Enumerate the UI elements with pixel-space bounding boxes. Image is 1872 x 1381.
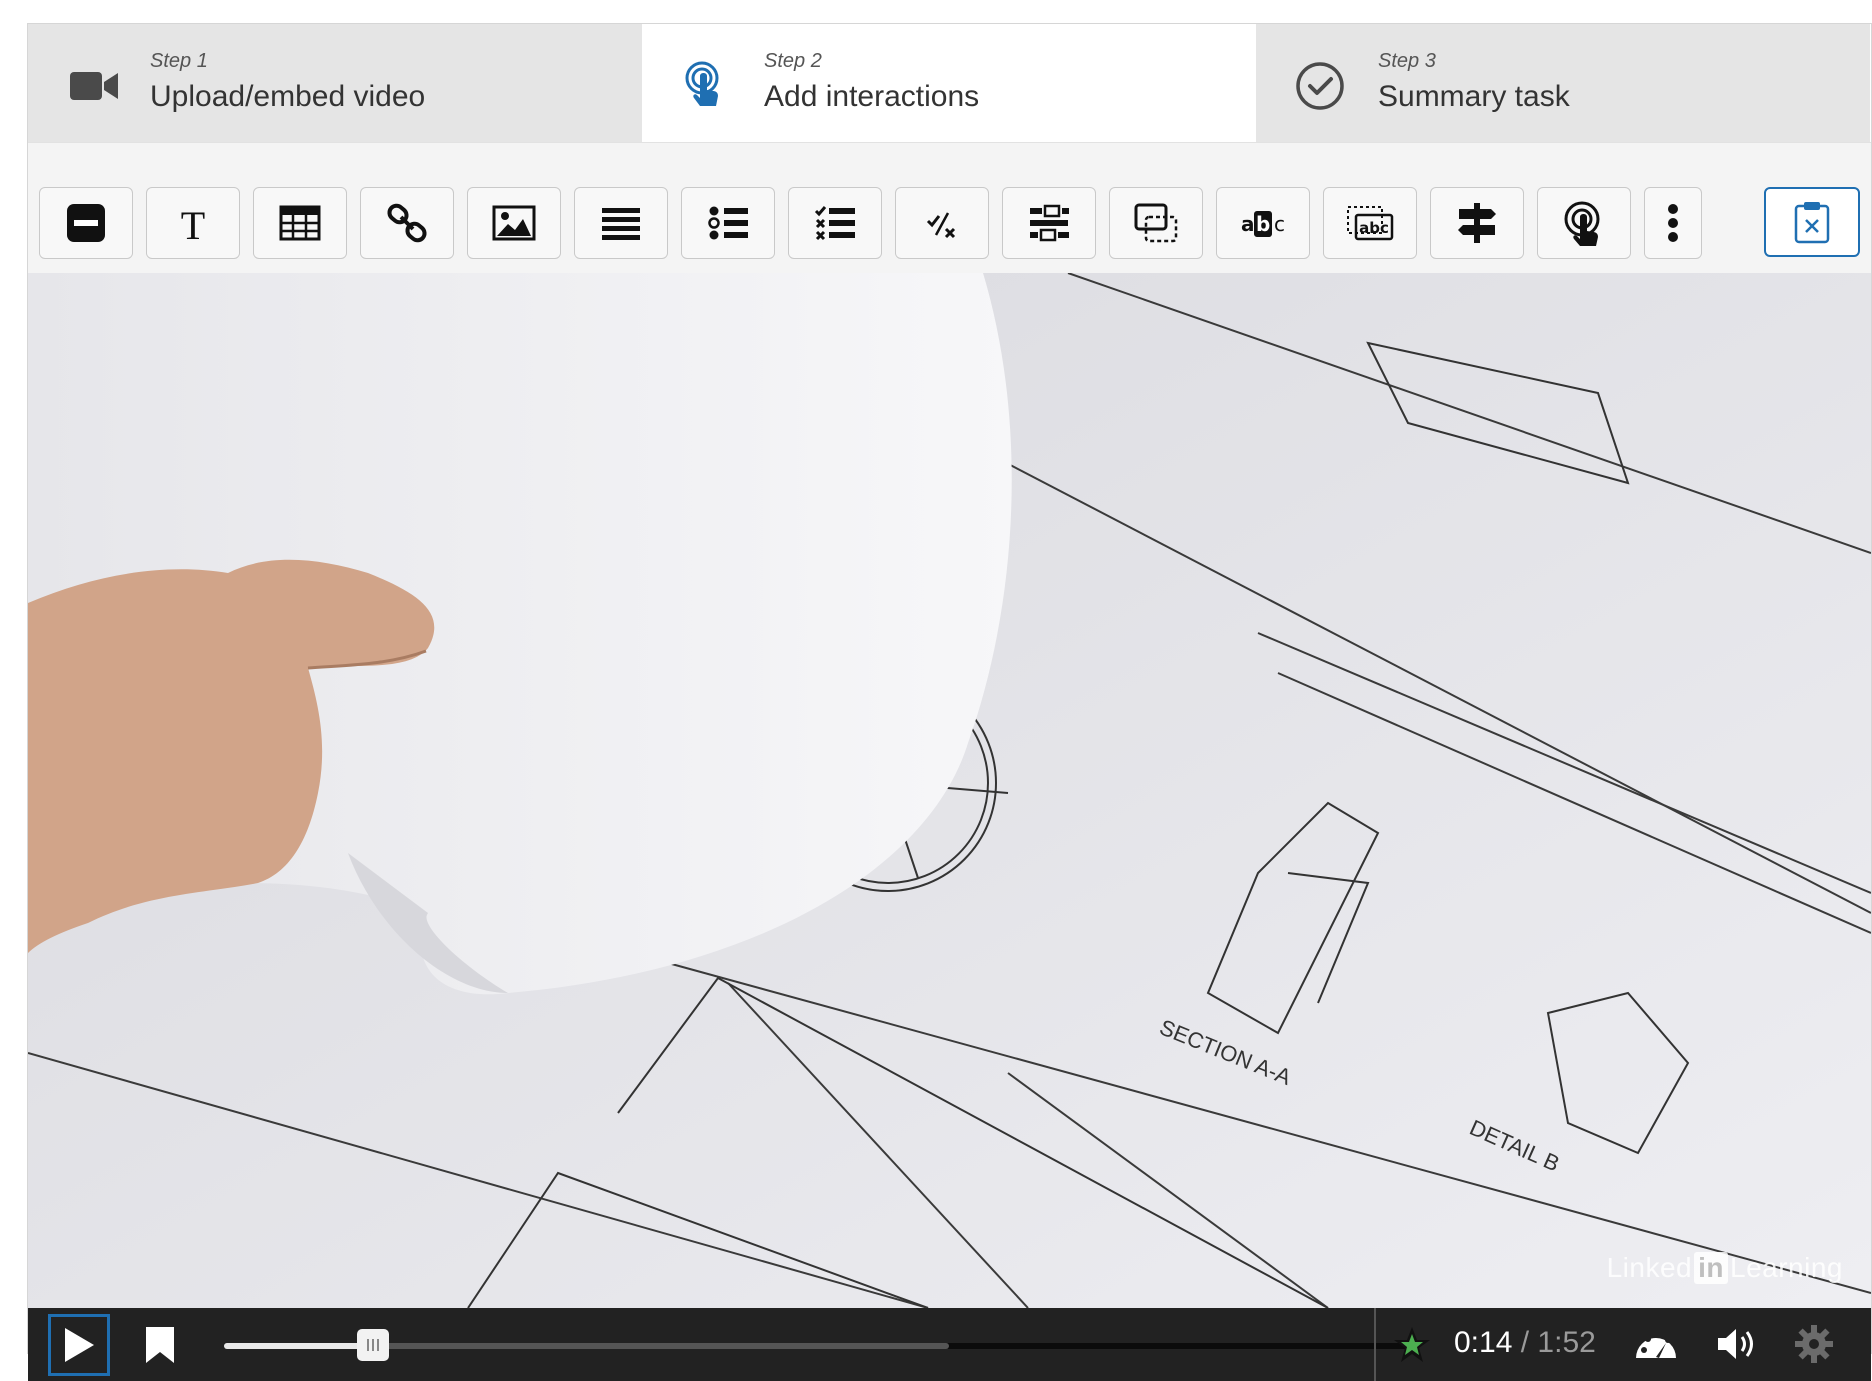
seek-handle[interactable]	[356, 1329, 389, 1361]
svg-text:abc: abc	[1359, 219, 1389, 237]
seek-bar[interactable]	[224, 1329, 1412, 1361]
paste-clipboard-icon	[1794, 202, 1830, 244]
video-player[interactable]: SECTION A-A DETAIL B Linked in Learning	[28, 273, 1871, 1308]
grip-icon	[366, 1339, 379, 1351]
interactive-video-editor: Step 1 Upload/embed video Step 2 Add int…	[27, 23, 1872, 1381]
video-frame: SECTION A-A DETAIL B	[28, 273, 1871, 1308]
bookmark-icon	[146, 1327, 174, 1363]
svg-text:a: a	[1241, 212, 1255, 236]
checkmark-circle-icon	[1296, 62, 1344, 110]
single-choice-icon	[708, 206, 748, 240]
volume-icon[interactable]	[1714, 1324, 1762, 1364]
drag-and-drop-button[interactable]	[1109, 187, 1203, 259]
time-separator: /	[1520, 1326, 1530, 1359]
true-false-icon	[926, 212, 956, 239]
step-upload-video[interactable]: Step 1 Upload/embed video	[28, 24, 642, 142]
multiple-choice-button[interactable]	[788, 187, 882, 259]
multiple-choice-icon	[814, 206, 855, 241]
drag-text-button[interactable]: abc	[1323, 187, 1417, 259]
wizard-steps: Step 1 Upload/embed video Step 2 Add int…	[28, 24, 1871, 142]
step-summary-task[interactable]: Step 3 Summary task	[1256, 24, 1870, 142]
label-button[interactable]	[39, 187, 133, 259]
paste-button[interactable]	[1764, 187, 1860, 257]
step-title: Add interactions	[764, 80, 980, 113]
drag-and-drop-icon	[1134, 203, 1178, 243]
play-button[interactable]	[48, 1314, 110, 1376]
play-icon	[65, 1328, 94, 1362]
touch-pointer-icon	[685, 61, 719, 106]
true-false-button[interactable]	[895, 187, 989, 259]
statements-icon	[602, 208, 640, 240]
step-number: Step 1	[150, 50, 208, 72]
text-icon: T	[181, 203, 205, 247]
step-title: Summary task	[1378, 80, 1570, 113]
image-button[interactable]	[467, 187, 561, 259]
text-button[interactable]: T	[146, 187, 240, 259]
interactions-toolbar: T a b c abc	[28, 142, 1871, 274]
fill-in-blanks-icon	[1030, 204, 1069, 242]
more-tools-button[interactable]	[1644, 187, 1702, 259]
mark-the-words-icon: a b c	[1241, 211, 1285, 237]
playback-speed-icon[interactable]	[1632, 1324, 1680, 1364]
table-icon	[279, 205, 321, 241]
link-button[interactable]	[360, 187, 454, 259]
timeline-divider	[1374, 1308, 1376, 1381]
drag-text-icon: abc	[1347, 206, 1394, 241]
settings-gear-icon[interactable]	[1794, 1324, 1834, 1364]
more-vertical-icon	[1668, 204, 1678, 242]
step-number: Step 3	[1378, 50, 1436, 72]
interaction-marker-star-icon[interactable]	[1392, 1325, 1432, 1365]
seek-bar-played	[224, 1343, 373, 1349]
svg-text:b: b	[1256, 212, 1270, 236]
statements-button[interactable]	[574, 187, 668, 259]
video-camera-icon	[70, 72, 118, 100]
image-icon	[492, 205, 536, 241]
fill-in-blanks-button[interactable]	[1002, 187, 1096, 259]
step-title: Upload/embed video	[150, 80, 426, 113]
signpost-icon	[1458, 203, 1496, 243]
watermark-in-badge: in	[1694, 1252, 1729, 1284]
player-controls: 0:14 / 1:52	[28, 1308, 1871, 1381]
linkedin-learning-watermark: Linked in Learning	[1607, 1252, 1843, 1284]
watermark-brand: Linked	[1606, 1252, 1693, 1283]
time-display: 0:14 / 1:52	[1454, 1326, 1596, 1360]
svg-text:c: c	[1274, 212, 1285, 236]
duration: 1:52	[1537, 1326, 1596, 1359]
link-icon	[387, 203, 427, 243]
hotspot-icon	[1564, 201, 1600, 246]
step-add-interactions[interactable]: Step 2 Add interactions	[642, 24, 1256, 142]
crossroads-button[interactable]	[1430, 187, 1524, 259]
single-choice-button[interactable]	[681, 187, 775, 259]
bookmark-button[interactable]	[144, 1325, 176, 1365]
step-number: Step 2	[764, 50, 822, 72]
current-time: 0:14	[1454, 1326, 1513, 1359]
svg-text:T: T	[181, 203, 205, 247]
navigation-hotspot-button[interactable]	[1537, 187, 1631, 259]
mark-the-words-button[interactable]: a b c	[1216, 187, 1310, 259]
watermark-suffix: Learning	[1730, 1252, 1843, 1283]
label-icon	[67, 204, 105, 242]
table-button[interactable]	[253, 187, 347, 259]
